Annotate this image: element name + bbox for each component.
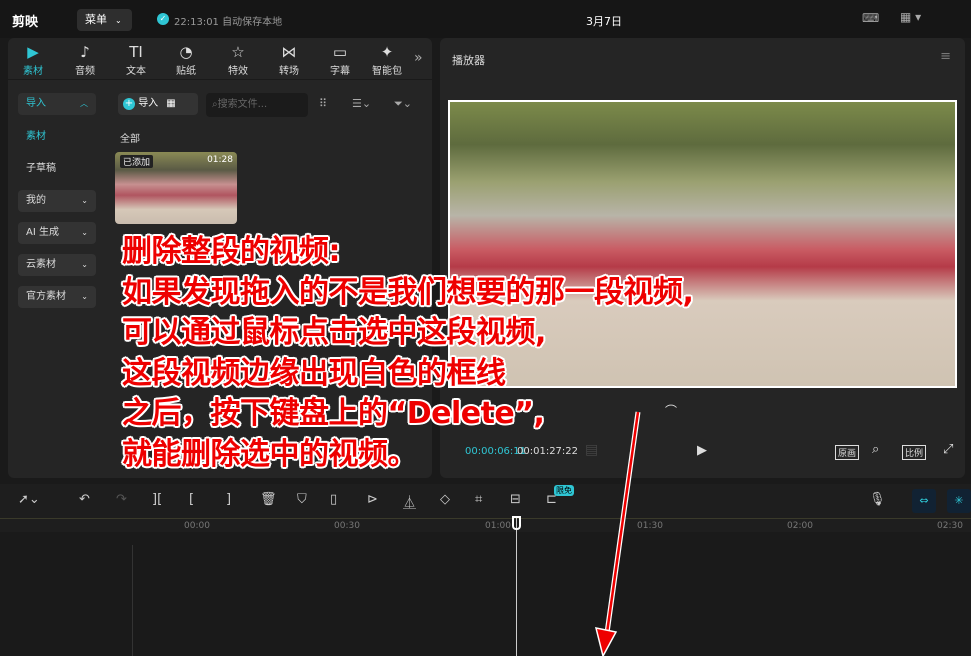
annotation-text: 删除整段的视频: 如果发现拖入的不是我们想要的那一段视频, 可以通过鼠标点击选中…: [122, 232, 694, 475]
annotation-line: 之后，按下键盘上的“Delete”,: [122, 396, 545, 431]
annotation-line: 这段视频边缘出现白色的框线: [122, 355, 506, 391]
annotation-line: 如果发现拖入的不是我们想要的那一段视频,: [122, 274, 694, 310]
annotation-line: 可以通过鼠标点击选中这段视频,: [122, 315, 546, 350]
annotation-line: 删除整段的视频:: [122, 234, 341, 269]
annotation-line: 就能删除选中的视频。: [122, 436, 418, 472]
